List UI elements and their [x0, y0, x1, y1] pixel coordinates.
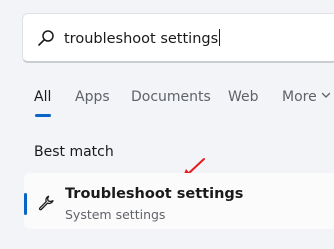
- search-input[interactable]: troubleshoot settings: [64, 29, 221, 49]
- selection-indicator: [24, 193, 27, 215]
- search-icon: [38, 30, 54, 46]
- text-caret: [219, 29, 221, 46]
- tab-more-label: More: [282, 89, 317, 105]
- best-match-result[interactable]: Troubleshoot settings System settings: [24, 173, 334, 229]
- result-title: Troubleshoot settings: [65, 186, 244, 202]
- tab-documents[interactable]: Documents: [131, 88, 211, 106]
- tab-all[interactable]: All: [34, 88, 51, 106]
- tab-web[interactable]: Web: [228, 88, 259, 106]
- search-query: troubleshoot settings: [64, 31, 219, 47]
- tab-apps[interactable]: Apps: [75, 88, 110, 106]
- chevron-down-icon: [321, 92, 330, 98]
- search-box[interactable]: troubleshoot settings: [22, 13, 334, 63]
- best-match-heading: Best match: [34, 144, 114, 160]
- active-tab-indicator: [35, 114, 51, 117]
- tab-more[interactable]: More: [282, 88, 331, 106]
- filter-tabs: All Apps Documents Web More: [0, 84, 334, 117]
- wrench-icon: [38, 195, 54, 211]
- result-subtitle: System settings: [65, 207, 166, 222]
